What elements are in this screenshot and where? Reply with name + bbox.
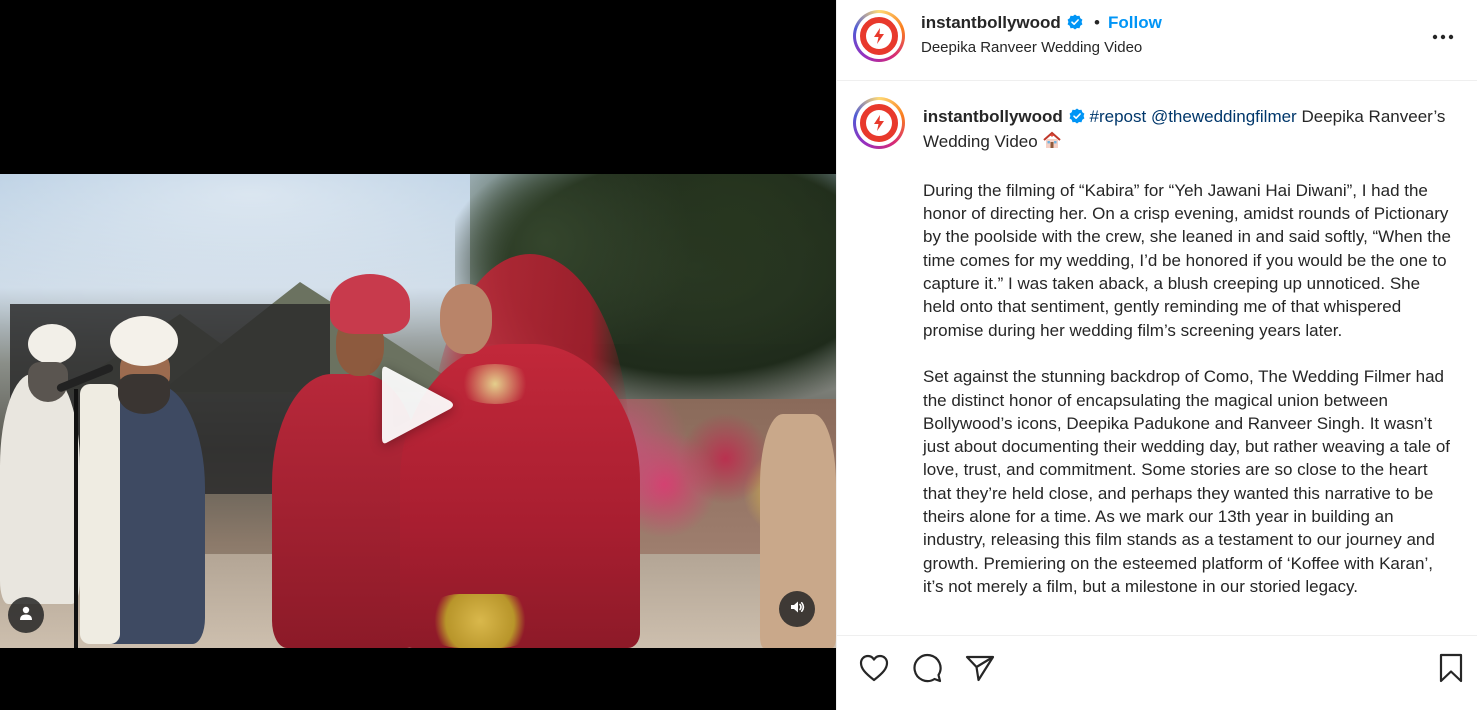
caption-avatar-border <box>856 100 902 146</box>
caption-avatar[interactable] <box>853 97 905 149</box>
avatar-border <box>856 13 902 59</box>
video-mic-stand <box>74 389 78 648</box>
video-bride-face <box>440 284 492 354</box>
caption-scroll-area[interactable]: instantbollywood #repost @theweddingfilm… <box>837 81 1477 635</box>
user-icon <box>18 605 34 626</box>
video-priest-beard <box>118 374 170 414</box>
caption-logo-center <box>866 110 892 136</box>
post-side-panel: instantbollywood • Follow Deepika Ranvee… <box>836 0 1477 710</box>
post-audio-subtitle[interactable]: Deepika Ranveer Wedding Video <box>921 39 1142 56</box>
separator-dot: • <box>1094 13 1100 32</box>
post-action-bar <box>837 635 1477 710</box>
video-groom-turban <box>330 274 410 334</box>
caption-paragraph-1: During the filming of “Kabira” for “Yeh … <box>923 180 1451 340</box>
video-priest-left-turban <box>28 324 76 364</box>
heart-icon <box>859 654 889 687</box>
video-priest-turban <box>110 316 178 366</box>
instantbollywood-logo <box>858 15 900 57</box>
video-priest-shawl <box>80 384 120 644</box>
more-horizontal-icon <box>1432 27 1454 45</box>
video-priest-left <box>0 374 80 604</box>
post-header: instantbollywood • Follow Deepika Ranvee… <box>837 0 1477 81</box>
house-emoji-icon <box>1042 131 1062 155</box>
caption-instantbollywood-logo <box>858 102 900 144</box>
post-author-username-text[interactable]: instantbollywood <box>921 13 1061 32</box>
video-kaleera <box>430 594 530 648</box>
video-bride-jewellery <box>455 364 535 404</box>
save-button[interactable] <box>1434 653 1468 687</box>
caption-verified-badge-icon <box>1069 107 1085 130</box>
avatar[interactable] <box>853 10 905 62</box>
tagged-users-button[interactable] <box>8 597 44 633</box>
like-button[interactable] <box>857 653 891 687</box>
bookmark-icon <box>1439 653 1463 688</box>
post-author-username[interactable]: instantbollywood <box>921 13 1083 35</box>
share-button[interactable] <box>963 653 997 687</box>
media-pane <box>0 0 836 710</box>
play-icon[interactable] <box>372 360 462 450</box>
caption-text: instantbollywood #repost @theweddingfilm… <box>923 105 1453 598</box>
caption-username[interactable]: instantbollywood <box>923 107 1063 126</box>
comment-button[interactable] <box>910 653 944 687</box>
speaker-icon <box>789 599 805 620</box>
caption-first-line: instantbollywood #repost @theweddingfilm… <box>923 105 1453 156</box>
verified-badge-icon <box>1067 14 1083 35</box>
send-icon <box>965 654 995 687</box>
instagram-post-modal: instantbollywood • Follow Deepika Ranvee… <box>0 0 1477 710</box>
caption-paragraph-2: Set against the stunning backdrop of Com… <box>923 367 1451 596</box>
hashtag-repost-link[interactable]: #repost <box>1090 107 1147 126</box>
follow-button[interactable]: Follow <box>1108 13 1162 33</box>
more-options-button[interactable] <box>1429 22 1457 50</box>
audio-toggle-button[interactable] <box>779 591 815 627</box>
comment-icon <box>912 653 942 688</box>
mention-theweddingfilmer-link[interactable]: @theweddingfilmer <box>1151 107 1297 126</box>
logo-center <box>866 23 892 49</box>
